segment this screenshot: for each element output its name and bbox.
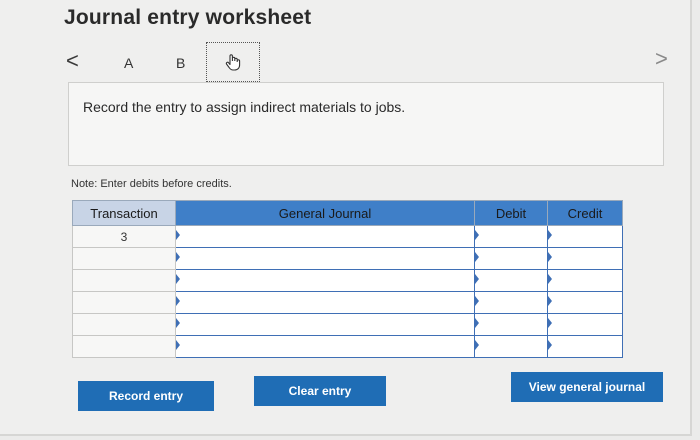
transaction-cell	[72, 269, 176, 292]
debit-input[interactable]	[474, 313, 548, 336]
debit-input[interactable]	[474, 225, 548, 248]
account-select[interactable]	[175, 313, 475, 336]
account-select[interactable]	[175, 269, 475, 292]
chevron-left-icon[interactable]: <	[66, 48, 79, 74]
credit-input[interactable]	[547, 291, 623, 314]
credit-input[interactable]	[547, 247, 623, 270]
page-title: Journal entry worksheet	[64, 6, 312, 29]
tab-current[interactable]	[206, 42, 260, 82]
transaction-cell	[72, 247, 176, 270]
table-row	[72, 335, 623, 358]
account-select[interactable]	[175, 225, 475, 248]
credit-input[interactable]	[547, 225, 623, 248]
tab-b[interactable]: B	[176, 55, 185, 71]
view-general-journal-button[interactable]: View general journal	[511, 372, 663, 402]
chevron-right-icon[interactable]: >	[655, 46, 668, 72]
debit-input[interactable]	[474, 247, 548, 270]
journal-header-row: Transaction General Journal Debit Credit	[72, 200, 623, 226]
table-row	[72, 291, 623, 314]
header-general-journal: General Journal	[175, 200, 475, 226]
account-select[interactable]	[175, 247, 475, 270]
credit-input[interactable]	[547, 269, 623, 292]
table-row	[72, 313, 623, 336]
credit-input[interactable]	[547, 313, 623, 336]
transaction-cell	[72, 335, 176, 358]
instruction-text: Record the entry to assign indirect mate…	[83, 99, 406, 115]
header-transaction: Transaction	[72, 200, 176, 226]
instruction-box: Record the entry to assign indirect mate…	[68, 82, 664, 166]
account-select[interactable]	[175, 291, 475, 314]
debit-input[interactable]	[474, 335, 548, 358]
account-select[interactable]	[175, 335, 475, 358]
debit-input[interactable]	[474, 269, 548, 292]
record-entry-button[interactable]: Record entry	[78, 381, 214, 411]
tab-a[interactable]: A	[124, 55, 133, 71]
debit-input[interactable]	[474, 291, 548, 314]
table-row	[72, 247, 623, 270]
worksheet-panel: Journal entry worksheet < A B > Record t…	[0, 0, 692, 436]
hand-pointer-icon	[225, 54, 241, 71]
clear-entry-button[interactable]: Clear entry	[254, 376, 386, 406]
transaction-cell	[72, 313, 176, 336]
credit-input[interactable]	[547, 335, 623, 358]
note-text: Note: Enter debits before credits.	[71, 178, 232, 190]
transaction-cell: 3	[72, 225, 176, 248]
header-credit: Credit	[547, 200, 623, 226]
table-row	[72, 269, 623, 292]
header-debit: Debit	[474, 200, 548, 226]
table-row: 3	[72, 225, 623, 248]
journal-table: Transaction General Journal Debit Credit…	[72, 200, 623, 358]
transaction-cell	[72, 291, 176, 314]
